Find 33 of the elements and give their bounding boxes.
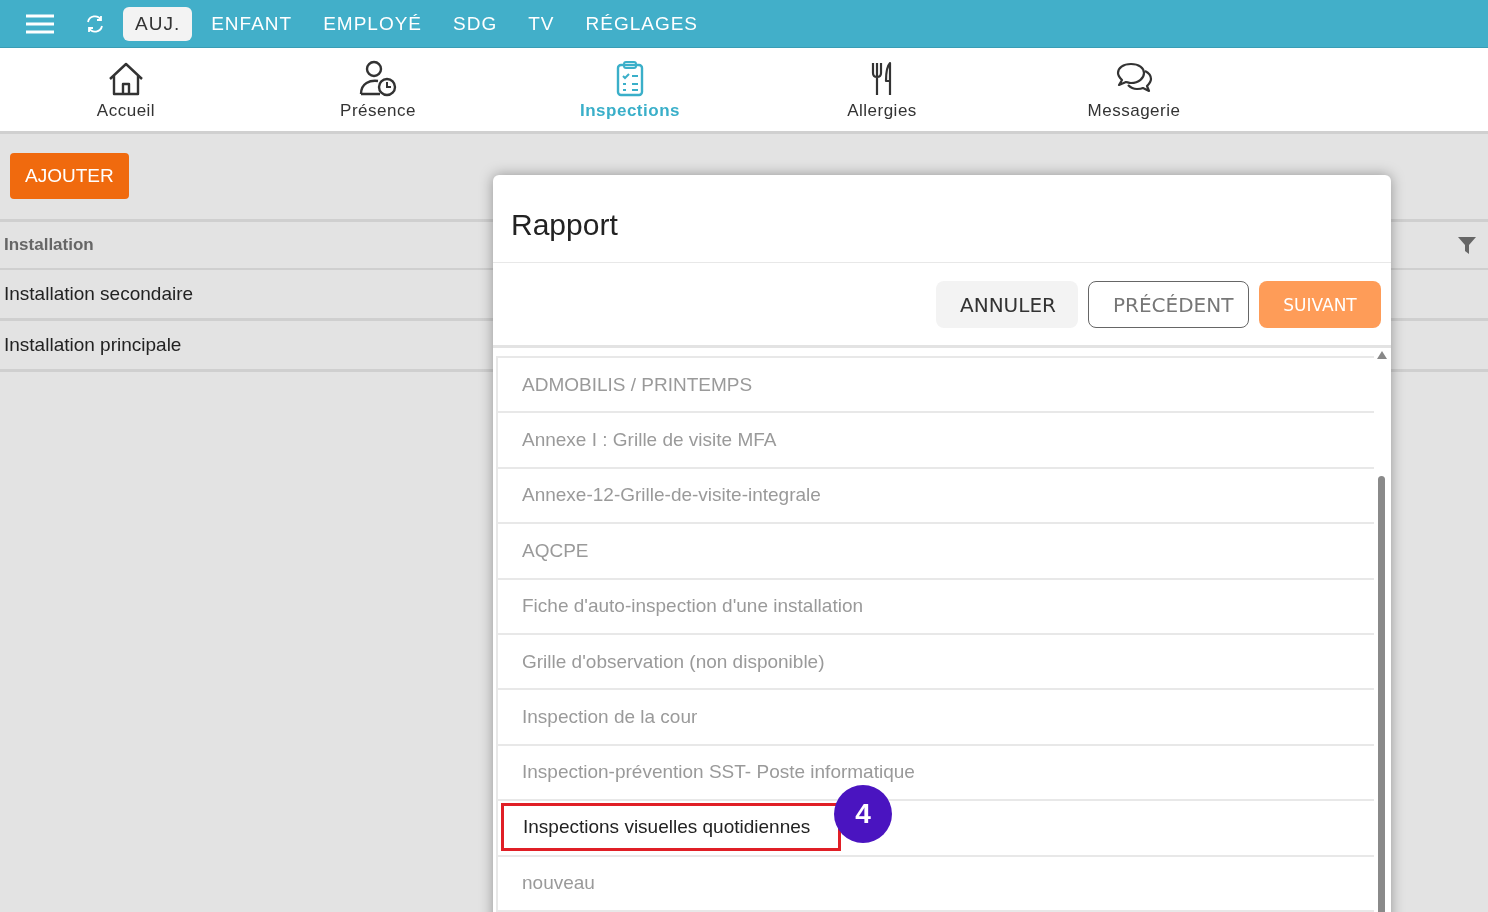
person-clock-icon <box>358 58 398 99</box>
step-number-badge: 4 <box>834 785 892 844</box>
list-item[interactable]: nouveau <box>498 856 1374 912</box>
top-tab[interactable]: AUJ. <box>123 6 193 41</box>
top-tab[interactable]: TV <box>516 6 567 41</box>
nav-tab[interactable]: Présence <box>252 48 504 131</box>
list-item[interactable]: Fiche d'auto-inspection d'une installation <box>498 579 1374 635</box>
top-tab[interactable]: ENFANT <box>199 6 305 41</box>
list-item[interactable]: Annexe-12-Grille-de-visite-integrale <box>498 468 1374 525</box>
dialog-title: Rapport <box>493 175 1391 263</box>
list-item[interactable]: Annexe I : Grille de visite MFA <box>498 413 1374 469</box>
add-button[interactable]: AJOUTER <box>10 153 129 199</box>
column-header: Installation <box>4 235 94 255</box>
previous-button[interactable]: PRÉCÉDENT <box>1088 281 1249 328</box>
list-item[interactable]: Inspection de la cour <box>498 690 1374 746</box>
top-tab[interactable]: RÉGLAGES <box>573 6 711 41</box>
top-tab[interactable]: SDG <box>441 6 510 41</box>
nav-tab[interactable]: Messagerie <box>1008 48 1260 131</box>
highlighted-list-item[interactable]: Inspections visuelles quotidiennes <box>501 803 842 852</box>
top-tab[interactable]: EMPLOYÉ <box>311 6 434 41</box>
nav-tab[interactable]: Inspections <box>504 48 756 131</box>
nav-tab[interactable]: Allergies <box>756 48 1008 131</box>
scrollbar[interactable] <box>1375 351 1389 912</box>
menu-icon[interactable] <box>24 12 56 35</box>
list-item[interactable]: ADMOBILIS / PRINTEMPS <box>498 358 1374 414</box>
list-item[interactable]: AQCPE <box>498 524 1374 580</box>
list-item[interactable]: Grille d'observation (non disponible) <box>498 634 1374 691</box>
nav-tab[interactable]: Accueil <box>0 48 252 131</box>
filter-icon[interactable] <box>1456 234 1478 256</box>
cancel-button[interactable]: ANNULER <box>936 281 1078 328</box>
next-button[interactable]: SUIVANT <box>1259 281 1381 328</box>
scroll-up-icon[interactable] <box>1377 351 1387 359</box>
refresh-icon[interactable] <box>84 12 106 35</box>
